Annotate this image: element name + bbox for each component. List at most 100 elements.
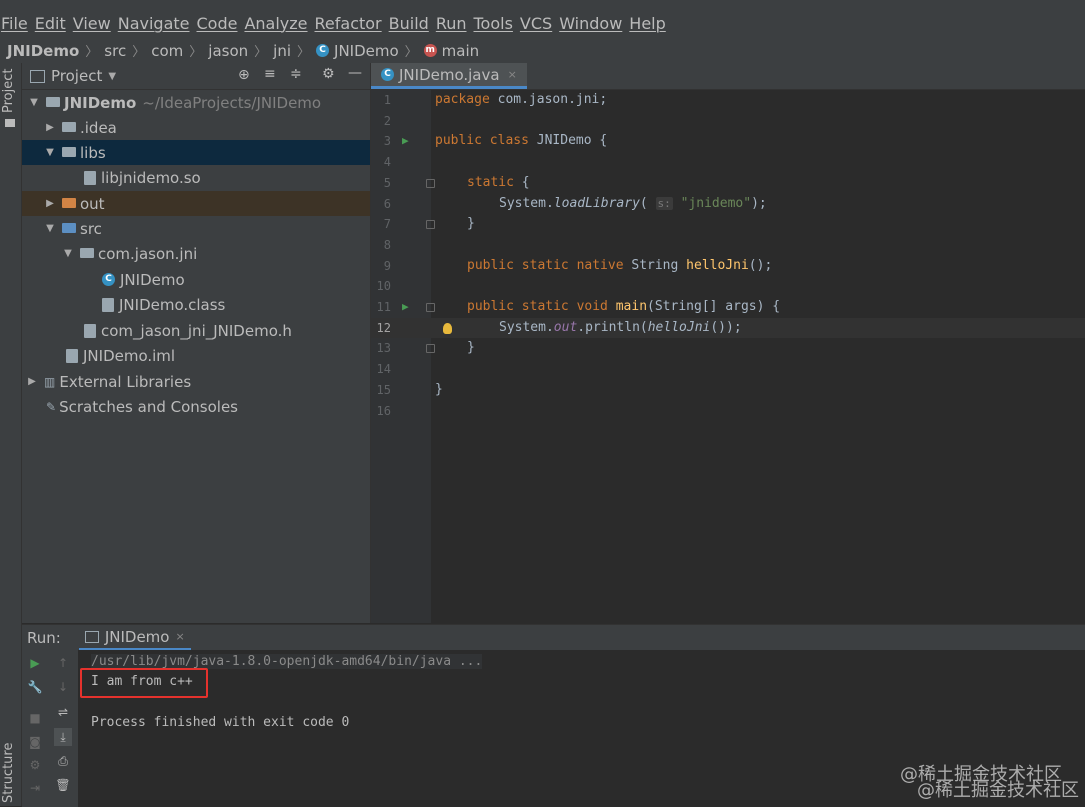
menu-code[interactable]: Code xyxy=(197,14,244,33)
method-call: helloJni xyxy=(647,319,711,335)
code-text: ); xyxy=(751,195,767,211)
project-panel-title[interactable]: Project xyxy=(51,67,102,85)
project-tool-window-button[interactable]: Project xyxy=(1,69,16,113)
menu-build[interactable]: Build xyxy=(389,14,435,33)
menu-help[interactable]: Help xyxy=(629,14,671,33)
run-gutter-icon[interactable]: ▶ xyxy=(402,131,409,152)
file-icon xyxy=(84,170,96,185)
code-text: { xyxy=(513,174,530,190)
breadcrumb-method[interactable]: main xyxy=(442,42,479,60)
console-command-line[interactable]: /usr/lib/jvm/java-1.8.0-openjdk-amd64/bi… xyxy=(91,654,483,669)
minimize-icon[interactable]: — xyxy=(348,65,362,81)
settings-icon[interactable]: ⚙ xyxy=(28,758,42,772)
stop-icon[interactable]: ■ xyxy=(28,711,42,725)
tree-item-jnidemo-classfile[interactable]: JNIDemo.class xyxy=(22,292,370,317)
down-arrow-icon[interactable]: ↓ xyxy=(56,680,70,694)
method-icon: m xyxy=(423,44,437,57)
breadcrumb-jason[interactable]: jason xyxy=(208,42,248,60)
tree-item-label: .idea xyxy=(80,118,117,137)
breadcrumb-com[interactable]: com xyxy=(151,42,183,60)
structure-tool-window-button[interactable]: Structure xyxy=(1,743,16,803)
scroll-to-end-icon[interactable]: ⤓ xyxy=(54,728,72,746)
tree-item-libjnidemo-so[interactable]: libjnidemo.so xyxy=(22,165,370,190)
chevron-down-icon: ▼ xyxy=(64,248,72,259)
print-icon[interactable]: ⎙ xyxy=(56,754,70,768)
line-number: 15 xyxy=(376,382,391,397)
tree-item-root[interactable]: ▼ JNIDemo ~/IdeaProjects/JNIDemo xyxy=(22,90,370,115)
tab-label: JNIDemo.java xyxy=(399,65,500,84)
tree-root-path: ~/IdeaProjects/JNIDemo xyxy=(142,93,322,112)
run-label: Run: xyxy=(27,628,61,647)
code-text: com.jason.jni; xyxy=(489,92,608,107)
tree-item-external-libraries[interactable]: ▶ ▥ External Libraries xyxy=(22,369,370,394)
menu-refactor[interactable]: Refactor xyxy=(315,14,388,33)
menu-tools[interactable]: Tools xyxy=(474,14,519,33)
close-icon[interactable]: × xyxy=(175,630,184,643)
lightbulb-icon[interactable] xyxy=(443,322,452,334)
breadcrumb-src[interactable]: src xyxy=(104,42,126,60)
tree-item-iml[interactable]: JNIDemo.iml xyxy=(22,343,370,368)
fold-icon[interactable] xyxy=(426,303,435,312)
menu-edit[interactable]: Edit xyxy=(35,14,72,33)
code-text: ( xyxy=(639,195,648,211)
code-area[interactable]: 1 package com.jason.jni; 2 3 ▶ public cl… xyxy=(371,90,1085,430)
expand-all-icon[interactable]: ≡ xyxy=(264,66,276,82)
run-tab-label: JNIDemo xyxy=(104,627,170,646)
fold-icon[interactable] xyxy=(426,178,435,188)
tree-item-label: src xyxy=(80,219,102,238)
code-text: JNIDemo { xyxy=(528,133,608,149)
camera-icon[interactable]: ◙ xyxy=(28,735,42,749)
tree-item-label: com.jason.jni xyxy=(98,244,198,263)
close-icon[interactable]: × xyxy=(508,68,517,81)
menu-run[interactable]: Run xyxy=(436,14,473,33)
code-text: (); xyxy=(748,257,773,273)
tree-item-scratches[interactable]: ✎ Scratches and Consoles xyxy=(22,394,370,419)
menu-file[interactable]: File xyxy=(0,14,34,33)
wrench-icon[interactable]: 🔧 xyxy=(28,680,43,694)
exit-icon[interactable]: ⇥ xyxy=(28,781,42,795)
menu-vcs[interactable]: VCS xyxy=(520,14,558,33)
tree-item-src[interactable]: ▼ src xyxy=(22,216,370,241)
tree-item-label: JNIDemo.class xyxy=(119,295,226,314)
keyword: public static native xyxy=(467,257,624,273)
fold-icon[interactable] xyxy=(426,344,435,354)
tree-item-label: External Libraries xyxy=(59,372,192,391)
static-field: out xyxy=(553,319,578,335)
code-line: 6 System.loadLibrary( s: "jnidemo"); xyxy=(371,194,1085,215)
tree-item-out[interactable]: ▶ out xyxy=(22,191,370,216)
tree-item-header-file[interactable]: com_jason_jni_JNIDemo.h xyxy=(22,318,370,343)
breadcrumb-jni[interactable]: jni xyxy=(273,42,291,60)
code-text: } xyxy=(467,340,475,356)
module-file-icon xyxy=(66,348,78,363)
run-gutter-icon[interactable]: ▶ xyxy=(402,297,409,318)
breadcrumb-class[interactable]: JNIDemo xyxy=(334,42,399,60)
gear-icon[interactable]: ⚙ xyxy=(322,66,335,82)
chevron-right-icon: 〉 xyxy=(85,45,99,60)
menu-view[interactable]: View xyxy=(73,14,117,33)
module-folder-icon xyxy=(46,96,60,107)
code-text: ()); xyxy=(710,319,742,335)
up-arrow-icon[interactable]: ↑ xyxy=(56,656,70,670)
run-tab-jnidemo[interactable]: JNIDemo × xyxy=(78,626,191,650)
line-number: 3 xyxy=(383,134,391,149)
code-text: } xyxy=(467,216,475,232)
header-file-icon xyxy=(84,323,96,338)
tree-item-package[interactable]: ▼ com.jason.jni xyxy=(22,241,370,266)
tree-item-idea[interactable]: ▶ .idea xyxy=(22,115,370,140)
dropdown-arrow-icon[interactable]: ▼ xyxy=(108,71,116,82)
tree-item-libs[interactable]: ▼ libs xyxy=(22,140,370,165)
collapse-all-icon[interactable]: ≑ xyxy=(290,66,302,82)
fold-icon[interactable] xyxy=(426,220,435,230)
menu-analyze[interactable]: Analyze xyxy=(244,14,313,33)
tree-item-jnidemo-class[interactable]: C JNIDemo xyxy=(22,267,370,292)
breadcrumb-project[interactable]: JNIDemo xyxy=(7,42,79,60)
folder-icon xyxy=(5,119,15,127)
menu-navigate[interactable]: Navigate xyxy=(118,14,196,33)
class-icon: C xyxy=(381,68,394,81)
soft-wrap-icon[interactable]: ⇌ xyxy=(56,705,70,719)
rerun-icon[interactable]: ▶ xyxy=(28,656,42,670)
trash-icon[interactable]: 🗑 xyxy=(55,778,70,792)
menu-window[interactable]: Window xyxy=(559,14,628,33)
tab-jnidemo-java[interactable]: C JNIDemo.java × xyxy=(371,63,527,89)
locate-icon[interactable]: ⊕ xyxy=(238,67,250,83)
